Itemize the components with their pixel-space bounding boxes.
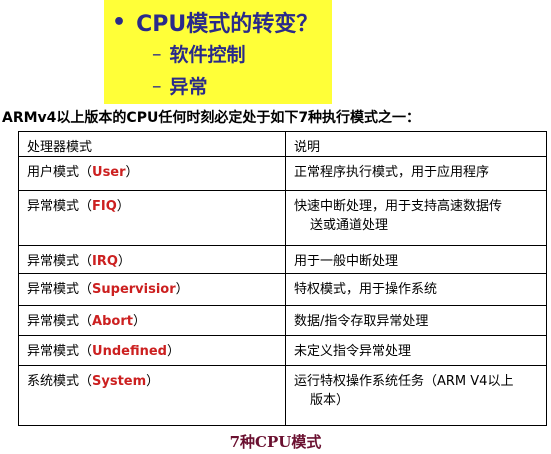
description-text: 数据/指令存取异常处理 [294,314,429,329]
description-cell: 未定义指令异常处理 [285,335,547,366]
intro-text: ARMv4以上版本的CPU任何时刻必定处于如下7种执行模式之一： [2,110,421,126]
mode-cell: 异常模式（Undefined） [18,335,286,366]
mode-cell: 系统模式（System） [18,365,286,426]
mode-cn: 用户模式（ [27,165,93,180]
description-text: 正常程序执行模式，用于应用程序 [294,165,490,180]
table-row: 异常模式（Abort） 数据/指令存取异常处理 [18,305,547,336]
dash-icon: – [152,74,162,97]
mode-close: ） [116,199,130,214]
table-row: 异常模式（IRQ） 用于一般中断处理 [18,245,547,274]
mode-cn: 异常模式（ [27,314,93,329]
description-cell: 特权模式，用于操作系统 [285,273,547,306]
sub-item-exception: – 异常 [152,72,208,99]
mode-cn: 异常模式（ [27,254,93,269]
mode-en: System [92,374,147,389]
mode-en: IRQ [92,254,118,269]
table-row: 用户模式（User） 正常程序执行模式，用于应用程序 [18,156,547,191]
sub-item-software-control: – 软件控制 [152,40,246,67]
description-text: 快速中断处理，用于支持高速数据传 [294,199,503,214]
description-text: 运行特权操作系统任务（ARM V4以上 [294,374,514,389]
sub-item-text: 软件控制 [169,44,246,66]
mode-close: ） [117,254,131,269]
description-text: 未定义指令异常处理 [294,344,412,359]
mode-cell: 异常模式（IRQ） [18,245,286,274]
mode-cn: 异常模式（ [27,199,93,214]
description-cell: 正常程序执行模式，用于应用程序 [285,156,547,191]
bullet-dot-icon: • [112,9,127,35]
mode-cell: 用户模式（User） [18,156,286,191]
description-text-continued: 送或通道处理 [310,218,389,233]
mode-en: Supervisior [92,282,176,297]
description-text-continued: 版本） [310,393,350,408]
mode-cell: 异常模式（Abort） [18,305,286,336]
header-description: 说明 [285,131,547,157]
figure-caption: 7种CPU模式 [229,433,322,451]
header-mode: 处理器模式 [18,131,286,157]
mode-en: Abort [92,314,133,329]
table-row: 系统模式（System） 运行特权操作系统任务（ARM V4以上版本） [18,365,547,426]
description-cell: 运行特权操作系统任务（ARM V4以上版本） [285,365,547,426]
mode-close: ） [146,374,160,389]
mode-en: User [92,165,126,180]
modes-table: 处理器模式 说明 用户模式（User） 正常程序执行模式，用于应用程序 异常模式… [18,131,547,426]
bullet-main: • CPU模式的转变？ [112,6,318,38]
sub-item-text: 异常 [169,76,208,98]
description-cell: 用于一般中断处理 [285,245,547,274]
table-row: 异常模式（Supervisior） 特权模式，用于操作系统 [18,273,547,306]
description-text: 用于一般中断处理 [294,254,399,269]
mode-cell: 异常模式（Supervisior） [18,273,286,306]
mode-cn: 系统模式（ [27,374,93,389]
description-text: 特权模式，用于操作系统 [294,282,438,297]
mode-close: ） [175,282,189,297]
mode-close: ） [132,314,146,329]
bullet-main-text: CPU模式的转变？ [136,12,319,37]
mode-en: FIQ [92,199,117,214]
table-header-row: 处理器模式 说明 [18,131,547,157]
description-cell: 快速中断处理，用于支持高速数据传送或通道处理 [285,190,547,246]
mode-close: ） [125,165,139,180]
table-row: 异常模式（FIQ） 快速中断处理，用于支持高速数据传送或通道处理 [18,190,547,246]
mode-cn: 异常模式（ [27,344,93,359]
description-cell: 数据/指令存取异常处理 [285,305,547,336]
mode-cn: 异常模式（ [27,282,93,297]
mode-en: Undefined [92,344,167,359]
dash-icon: – [152,42,162,65]
mode-cell: 异常模式（FIQ） [18,190,286,246]
mode-close: ） [166,344,180,359]
table-row: 异常模式（Undefined） 未定义指令异常处理 [18,335,547,366]
